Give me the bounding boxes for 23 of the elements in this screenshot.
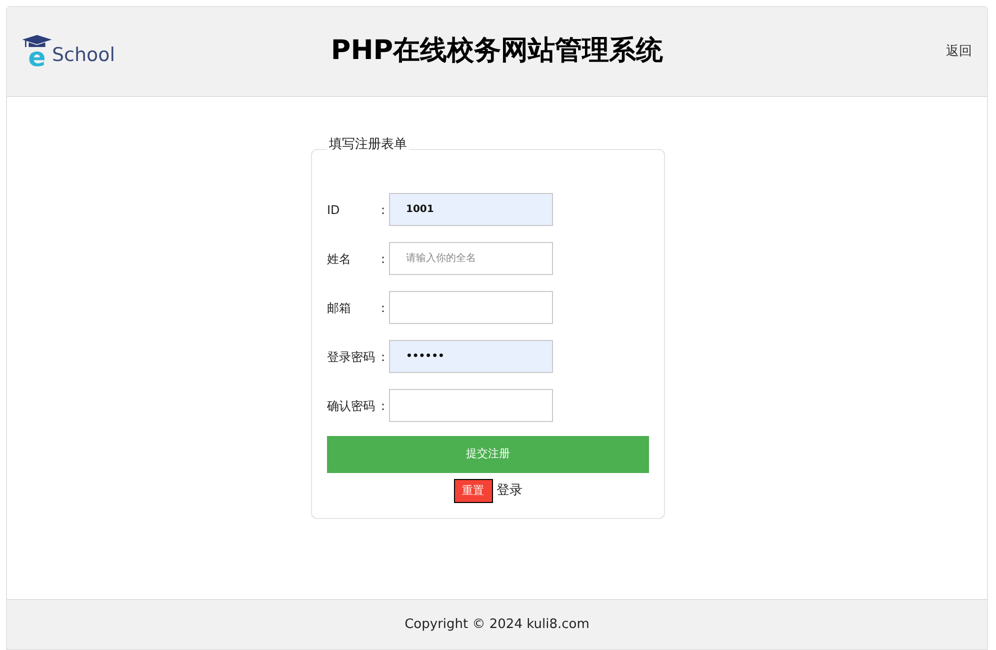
- colon-mark: :: [381, 348, 386, 366]
- input-field[interactable]: [389, 389, 553, 422]
- copyright-text: Copyright © 2024 kuli8.com: [404, 616, 590, 634]
- input-field[interactable]: ••••••: [389, 340, 553, 373]
- field-label: 确认密码: [327, 398, 376, 414]
- colon-mark: :: [381, 398, 386, 414]
- field-label: 邮箱: [327, 300, 352, 316]
- reset-button[interactable]: 重置: [454, 479, 492, 503]
- login-link[interactable]: 登录: [496, 481, 522, 501]
- colon-mark: :: [381, 300, 386, 316]
- back-link[interactable]: 返回: [946, 42, 972, 62]
- field-label: 姓名: [327, 250, 352, 268]
- input-field[interactable]: 请输入你的全名: [389, 242, 553, 275]
- logo-text: School: [52, 46, 116, 65]
- field-label: 登录密码: [327, 348, 376, 366]
- input-field[interactable]: 1001: [389, 193, 553, 226]
- field-label: ID: [327, 202, 341, 218]
- page-title: PHP在线校务网站管理系统: [330, 34, 664, 68]
- colon-mark: :: [381, 250, 386, 268]
- logo-letter: e: [28, 48, 46, 68]
- colon-mark: :: [381, 202, 386, 218]
- graduation-cap-icon: [22, 35, 52, 47]
- input-field[interactable]: [389, 291, 553, 324]
